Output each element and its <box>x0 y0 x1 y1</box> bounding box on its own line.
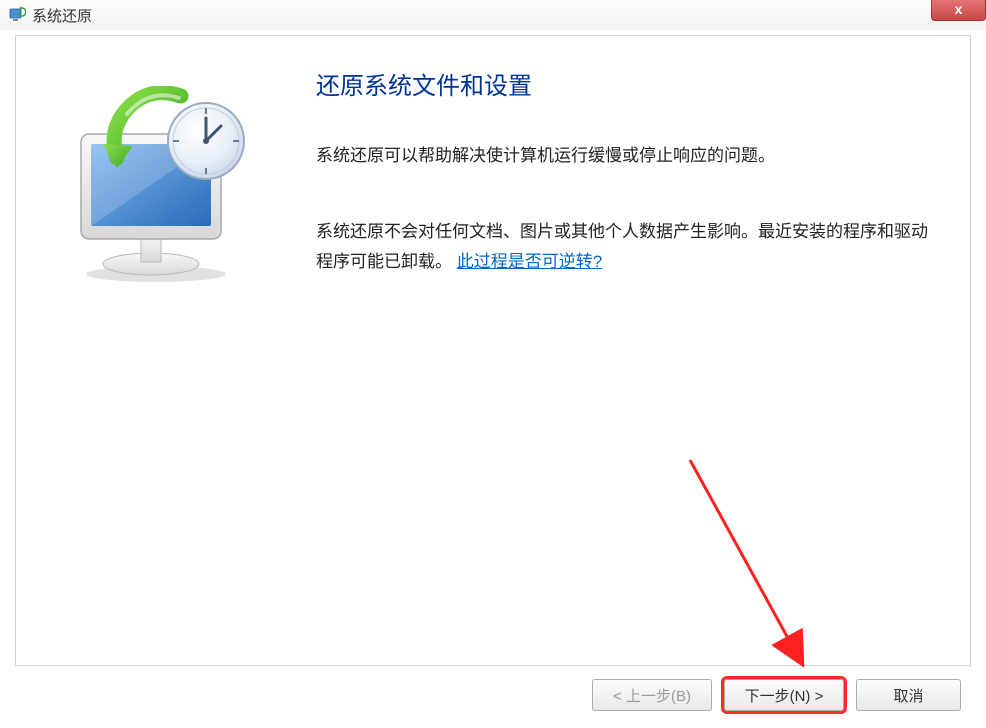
close-button[interactable]: x <box>931 0 986 21</box>
back-button: < 上一步(B) <box>592 679 712 711</box>
titlebar: 系统还原 x <box>0 0 986 30</box>
close-icon: x <box>955 1 963 17</box>
system-restore-window: 系统还原 x <box>0 0 986 728</box>
next-button[interactable]: 下一步(N) > <box>724 679 844 711</box>
system-restore-icon <box>8 6 26 24</box>
content-frame: 还原系统文件和设置 系统还原可以帮助解决使计算机运行缓慢或停止响应的问题。 系统… <box>15 35 971 666</box>
restore-large-icon <box>61 86 261 286</box>
description-2-text: 系统还原不会对任何文档、图片或其他个人数据产生影响。最近安装的程序和驱动程序可能… <box>316 222 928 272</box>
text-panel: 还原系统文件和设置 系统还原可以帮助解决使计算机运行缓慢或停止响应的问题。 系统… <box>306 36 970 665</box>
description-2: 系统还原不会对任何文档、图片或其他个人数据产生影响。最近安装的程序和驱动程序可能… <box>316 217 930 278</box>
icon-panel <box>16 36 306 665</box>
page-heading: 还原系统文件和设置 <box>316 66 930 101</box>
window-title: 系统还原 <box>32 5 92 26</box>
button-bar: < 上一步(B) 下一步(N) > 取消 <box>15 674 971 716</box>
reversible-link[interactable]: 此过程是否可逆转? <box>457 252 602 271</box>
cancel-button[interactable]: 取消 <box>856 679 961 711</box>
description-1: 系统还原可以帮助解决使计算机运行缓慢或停止响应的问题。 <box>316 141 930 172</box>
